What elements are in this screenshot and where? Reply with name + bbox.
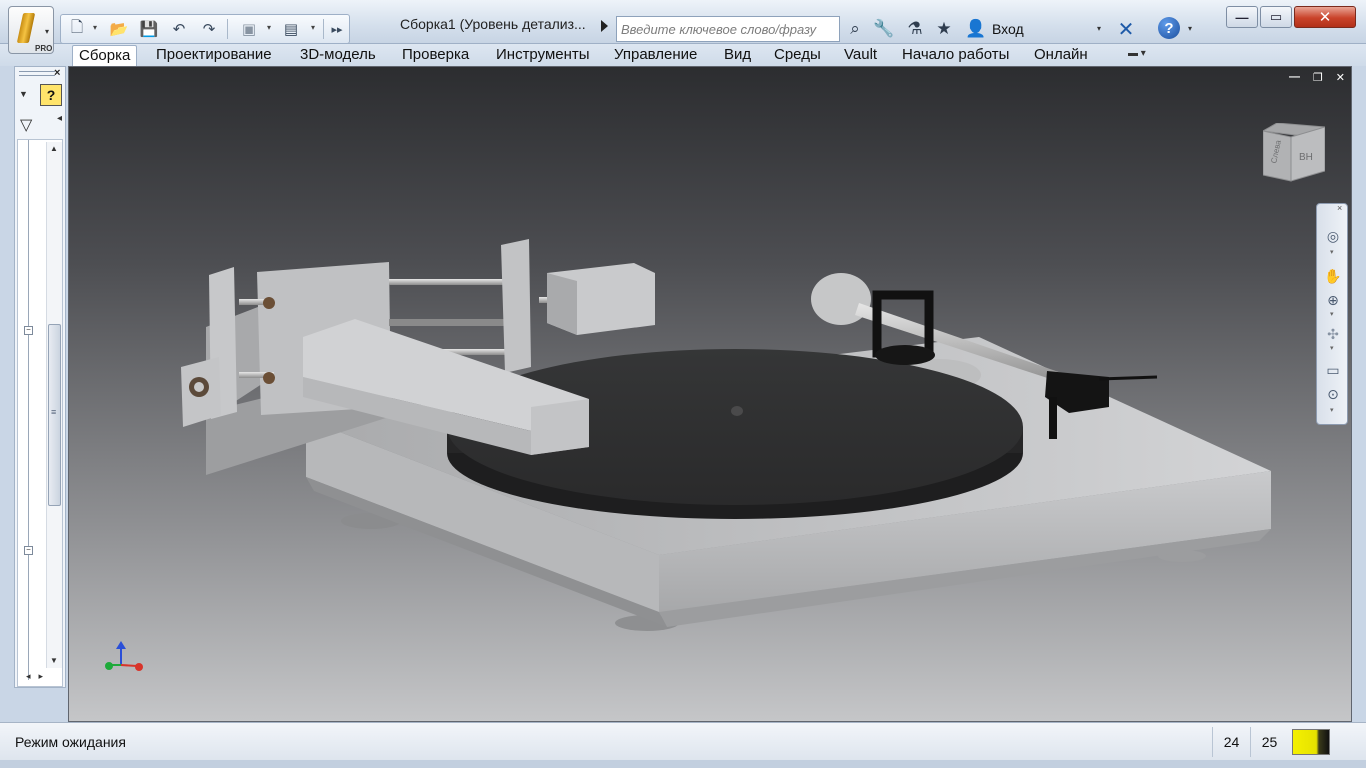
zoom-window-icon[interactable]: ⊙ xyxy=(1323,384,1343,404)
appearance-icon[interactable]: ▤ xyxy=(279,18,303,40)
satellite-icon[interactable]: ⚗ xyxy=(903,17,927,41)
chevron-down-icon[interactable]: ▾ xyxy=(1330,310,1334,318)
tab-inspect[interactable]: Проверка xyxy=(396,45,475,66)
star-icon[interactable]: ★ xyxy=(932,17,956,41)
app-edition-badge: PRO xyxy=(35,44,53,53)
scroll-right-icon[interactable]: ▸ xyxy=(39,671,44,682)
steering-wheel-icon[interactable]: ◎ xyxy=(1323,226,1343,246)
scroll-up-icon[interactable]: ▲ xyxy=(50,144,58,153)
graphics-window[interactable]: — ❐ ✕ Слева ВН × ◎ ▾ ✋ ⊕ ▾ ✣ ▾ ▭ ⊙ ▾ xyxy=(68,66,1352,722)
login-dropdown-icon[interactable]: ▾ xyxy=(1097,24,1101,33)
minimize-button[interactable]: — xyxy=(1226,6,1258,28)
undo-icon[interactable]: ↶ xyxy=(167,18,191,40)
chevron-down-icon: ▾ xyxy=(45,27,50,36)
tree-expander-icon[interactable]: − xyxy=(24,326,33,335)
appearance-dropdown-icon[interactable]: ▾ xyxy=(311,23,315,32)
tab-manage[interactable]: Управление xyxy=(608,45,703,66)
tab-tools[interactable]: Инструменты xyxy=(490,45,596,66)
tree-expander-icon[interactable]: − xyxy=(24,546,33,555)
search-input[interactable] xyxy=(616,16,840,42)
title-bar: PRO ▾ 🗋 ▾ 📂 💾 ↶ ↷ ▣ ▾ ▤ ▾ ▸▸ Сборка1 (Ур… xyxy=(0,0,1366,54)
open-folder-icon[interactable]: 📂 xyxy=(107,18,131,40)
origin-triad-icon xyxy=(105,641,143,671)
material-dropdown-icon[interactable]: ▾ xyxy=(267,23,271,32)
title-expand-icon[interactable] xyxy=(601,20,608,32)
tab-3d-model[interactable]: 3D-модель xyxy=(294,45,382,66)
view-cube[interactable]: Слева ВН xyxy=(1263,123,1325,183)
vertical-scrollbar[interactable]: ▲ ≡ ▼ xyxy=(46,142,62,668)
material-icon[interactable]: ▣ xyxy=(237,18,261,40)
scroll-left-icon[interactable]: ◂ xyxy=(26,671,31,682)
document-title: Сборка1 (Уровень детализ... xyxy=(400,16,586,32)
taskbar-edge xyxy=(0,760,1366,768)
panel-grip[interactable] xyxy=(19,71,55,76)
scrollbar-thumb[interactable]: ≡ xyxy=(48,324,61,506)
scroll-down-icon[interactable]: ▼ xyxy=(50,656,58,665)
new-file-icon[interactable]: 🗋 xyxy=(65,18,89,40)
model-tree: − − ▲ ≡ ▼ ◂ ▸ xyxy=(17,139,63,687)
pan-icon[interactable]: ✋ xyxy=(1323,266,1343,286)
horizontal-scrollbar[interactable]: ◂ ▸ xyxy=(20,668,60,684)
3d-model-scene[interactable] xyxy=(69,67,1352,722)
chevron-down-icon[interactable]: ▾ xyxy=(1330,344,1334,352)
overflow-icon[interactable]: ▸▸ xyxy=(325,18,349,40)
ribbon-tab-bar: Сборка Проектирование 3D-модель Проверка… xyxy=(0,44,1366,66)
tab-vault[interactable]: Vault xyxy=(838,45,883,66)
status-count-b: 25 xyxy=(1250,727,1288,757)
toolbar-separator xyxy=(227,19,228,39)
help-icon[interactable]: ? xyxy=(40,84,62,106)
zoom-icon[interactable]: ⊕ xyxy=(1323,290,1343,310)
browser-menu-dropdown-icon[interactable]: ▼ xyxy=(19,89,28,99)
status-message: Режим ожидания xyxy=(15,734,126,750)
login-label[interactable]: Вход xyxy=(992,21,1024,37)
tree-line xyxy=(28,140,29,680)
maximize-button[interactable]: ▭ xyxy=(1260,6,1292,28)
help-dropdown-icon[interactable]: ▾ xyxy=(1188,24,1192,33)
tab-environments[interactable]: Среды xyxy=(768,45,827,66)
toolbar-separator xyxy=(323,19,324,39)
tab-view[interactable]: Вид xyxy=(718,45,757,66)
filter-icon[interactable]: ▽ xyxy=(20,115,32,135)
tab-design[interactable]: Проектирование xyxy=(150,45,278,66)
close-icon[interactable]: × xyxy=(1337,203,1342,213)
model-browser-panel: × ▼ ? ▽ ◂ − − ▲ ≡ ▼ ◂ ▸ xyxy=(14,66,66,688)
collapse-icon[interactable]: ◂ xyxy=(57,113,62,124)
wrench-icon[interactable]: 🔧 xyxy=(872,17,896,41)
close-icon[interactable]: × xyxy=(54,67,60,79)
status-count-a: 24 xyxy=(1212,727,1250,757)
save-icon[interactable]: 💾 xyxy=(137,18,161,40)
user-icon[interactable]: 👤 xyxy=(964,17,988,41)
grip-icon: ≡ xyxy=(51,407,57,417)
redo-icon[interactable]: ↷ xyxy=(197,18,221,40)
viewcube-front-face: ВН xyxy=(1299,152,1313,163)
look-at-icon[interactable]: ▭ xyxy=(1323,360,1343,380)
help-icon[interactable]: ? xyxy=(1158,17,1180,39)
inventor-logo-icon xyxy=(16,13,36,43)
exchange-icon[interactable]: ✕ xyxy=(1114,17,1138,41)
orbit-icon[interactable]: ✣ xyxy=(1323,324,1343,344)
tab-assembly[interactable]: Сборка xyxy=(72,45,138,66)
tab-get-started[interactable]: Начало работы xyxy=(896,45,1015,66)
application-menu-button[interactable]: PRO ▾ xyxy=(8,6,54,54)
quick-access-toolbar: 🗋 ▾ 📂 💾 ↶ ↷ ▣ ▾ ▤ ▾ ▸▸ xyxy=(60,14,350,44)
tab-online[interactable]: Онлайн xyxy=(1028,45,1094,66)
status-bar: Режим ожидания 24 25 xyxy=(0,722,1366,760)
binoculars-icon[interactable]: ⌕ xyxy=(843,17,867,41)
chevron-down-icon[interactable]: ▾ xyxy=(1330,406,1334,414)
navigation-bar: × ◎ ▾ ✋ ⊕ ▾ ✣ ▾ ▭ ⊙ ▾ xyxy=(1316,203,1348,425)
chevron-down-icon[interactable]: ▾ xyxy=(1330,248,1334,256)
new-dropdown-icon[interactable]: ▾ xyxy=(93,23,97,32)
close-button[interactable]: ✕ xyxy=(1294,6,1356,28)
status-color-indicator xyxy=(1292,729,1330,755)
ribbon-minimize-icon[interactable]: ▬ ▾ xyxy=(1128,48,1164,62)
